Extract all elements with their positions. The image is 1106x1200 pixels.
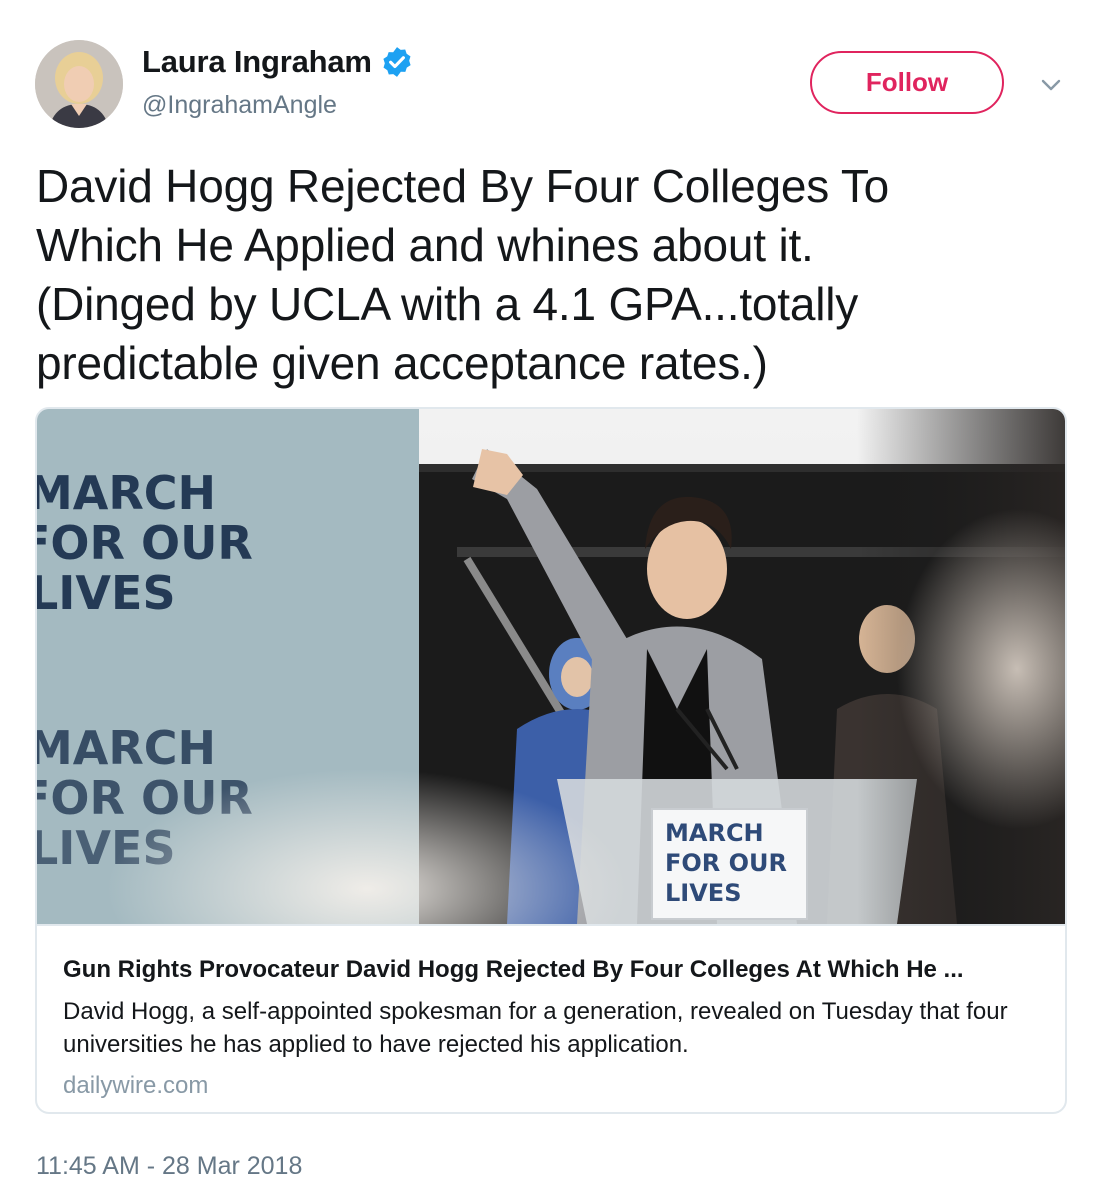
verified-badge-icon <box>380 45 414 79</box>
display-name-text[interactable]: Laura Ingraham <box>142 44 372 80</box>
banner-text-2: FOR OUR <box>37 516 253 570</box>
avatar-image <box>35 40 123 128</box>
follow-button[interactable]: Follow <box>810 51 1004 114</box>
avatar[interactable] <box>35 40 123 128</box>
banner-text-1: MARCH <box>37 466 216 520</box>
podium-sign-text-3: LIVES <box>665 879 741 907</box>
card-domain: dailywire.com <box>63 1072 209 1099</box>
tweet-text: David Hogg Rejected By Four Colleges To … <box>36 160 890 389</box>
podium-sign-text-1: MARCH <box>665 819 764 847</box>
card-title[interactable]: Gun Rights Provocateur David Hogg Reject… <box>63 956 1043 984</box>
user-handle[interactable]: @IngrahamAngle <box>142 91 337 120</box>
card-image[interactable]: MARCH FOR OUR LIVES MARCH FOR OUR LIVES <box>37 409 1065 924</box>
podium-sign-text-2: FOR OUR <box>665 849 787 877</box>
card-description: David Hogg, a self-appointed spokesman f… <box>63 998 1008 1058</box>
display-name[interactable]: Laura Ingraham <box>142 44 414 80</box>
banner-text-3: LIVES <box>37 566 176 620</box>
banner-text-4: MARCH <box>37 721 216 775</box>
card-body[interactable]: Gun Rights Provocateur David Hogg Reject… <box>37 924 1065 1112</box>
tweet-timestamp[interactable]: 11:45 AM - 28 Mar 2018 <box>36 1152 302 1181</box>
tweet: Laura Ingraham @IngrahamAngle Follow Dav… <box>0 0 1106 1200</box>
link-card[interactable]: MARCH FOR OUR LIVES MARCH FOR OUR LIVES <box>35 407 1067 1114</box>
chevron-down-icon[interactable] <box>1036 70 1066 100</box>
